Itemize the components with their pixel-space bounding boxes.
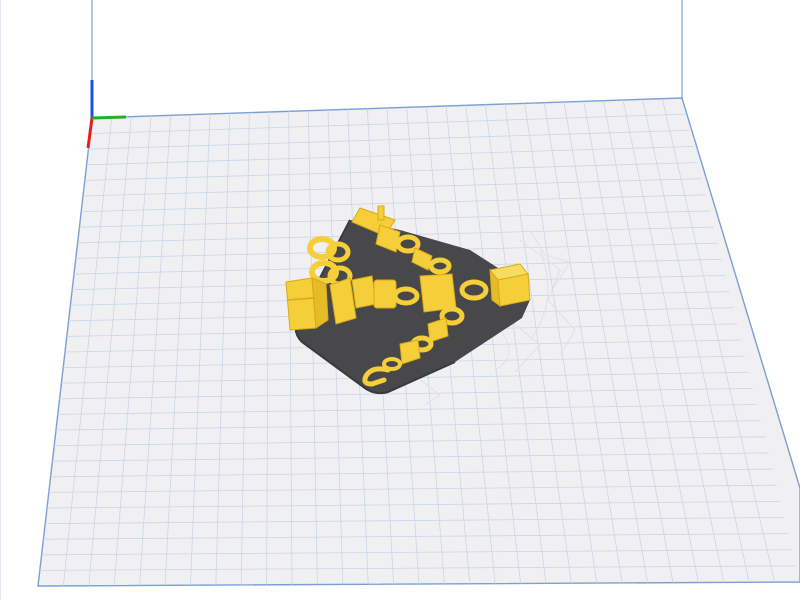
- axis-y-line: [91, 115, 127, 120]
- scene-canvas[interactable]: [0, 0, 800, 600]
- model-part-left-block: [285, 277, 329, 331]
- model-part-right-cube: [489, 263, 531, 308]
- 3d-viewport[interactable]: [0, 0, 800, 600]
